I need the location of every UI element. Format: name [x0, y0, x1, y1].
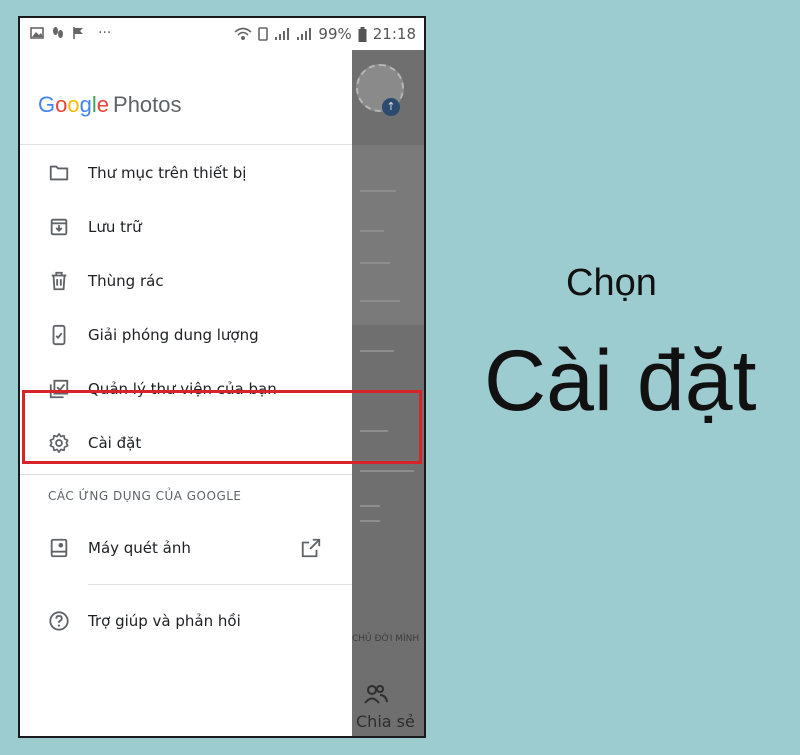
background-card	[352, 145, 424, 325]
menu-item-archive[interactable]: Lưu trữ	[20, 205, 352, 249]
menu-item-help-feedback[interactable]: Trợ giúp và phản hồi	[20, 599, 352, 643]
settings-highlight-box	[22, 390, 422, 464]
phone-check-icon	[52, 324, 66, 346]
flag-icon	[73, 27, 83, 39]
status-notifications: ···	[30, 25, 111, 41]
logo-letter: o	[67, 92, 80, 117]
caption-select: Chọn	[566, 262, 657, 304]
menu-item-trash[interactable]: Thùng rác	[20, 259, 352, 303]
menu-label: Trợ giúp và phản hồi	[88, 612, 241, 630]
logo-letter: e	[96, 92, 110, 117]
logo-letter: o	[55, 92, 68, 117]
menu-label: Máy quét ảnh	[88, 539, 191, 557]
logo-letter: g	[79, 92, 92, 117]
menu-item-device-folders[interactable]: Thư mục trên thiết bị	[20, 151, 352, 195]
background-line	[360, 190, 396, 192]
background-line	[360, 262, 390, 264]
wifi-icon	[234, 27, 252, 40]
drawer-divider	[20, 144, 352, 145]
background-line	[360, 350, 394, 352]
background-line	[360, 505, 380, 507]
battery-icon	[358, 26, 367, 42]
share-tab-label: Chia sẻ	[356, 712, 415, 731]
background-line	[360, 470, 414, 472]
google-photos-logo: Google Photos	[38, 92, 182, 118]
footprint-icon	[53, 27, 63, 38]
clock: 21:18	[372, 25, 416, 43]
signal-2-icon	[297, 28, 312, 40]
battery-percent: 99%	[318, 25, 352, 43]
folder-icon	[49, 165, 69, 181]
menu-label: Thư mục trên thiết bị	[88, 164, 247, 182]
google-apps-section-header: CÁC ỨNG DỤNG CỦA GOOGLE	[48, 489, 242, 503]
status-bar: ··· 99% 21:18	[20, 18, 424, 50]
menu-label: Giải phóng dung lượng	[88, 326, 259, 344]
background-line	[360, 300, 400, 302]
menu-item-free-up-space[interactable]: Giải phóng dung lượng	[20, 313, 352, 357]
logo-letter: G	[38, 92, 56, 117]
caption-settings: Cài đặt	[484, 333, 757, 429]
menu-item-photo-scanner[interactable]: Máy quét ảnh	[20, 526, 352, 570]
drawer-divider	[20, 474, 352, 475]
logo-product-name: Photos	[113, 92, 182, 117]
help-icon	[49, 611, 69, 631]
background-line	[360, 520, 380, 522]
archive-icon	[50, 218, 68, 236]
status-system: 99% 21:18	[234, 25, 416, 43]
menu-label: Lưu trữ	[88, 218, 142, 236]
drawer-divider	[88, 584, 352, 585]
background-line	[360, 230, 384, 232]
photo-scanner-icon	[50, 538, 68, 558]
trash-icon	[51, 271, 67, 291]
background-partial-text: CHỦ ĐỜI MÌNH	[352, 634, 420, 644]
menu-label: Thùng rác	[88, 272, 164, 290]
upload-icon: ↑	[382, 98, 400, 116]
phone-screen: ··· 99% 21:18 ↑ CHỦ ĐỜI MÌNH Chia sẻ Goo…	[18, 16, 426, 738]
people-icon	[364, 684, 388, 709]
more-notifications: ···	[98, 25, 112, 41]
image-notification-icon	[30, 27, 44, 39]
signal-1-icon	[275, 28, 290, 40]
open-external-icon[interactable]	[300, 537, 322, 559]
sim-icon	[258, 27, 269, 41]
